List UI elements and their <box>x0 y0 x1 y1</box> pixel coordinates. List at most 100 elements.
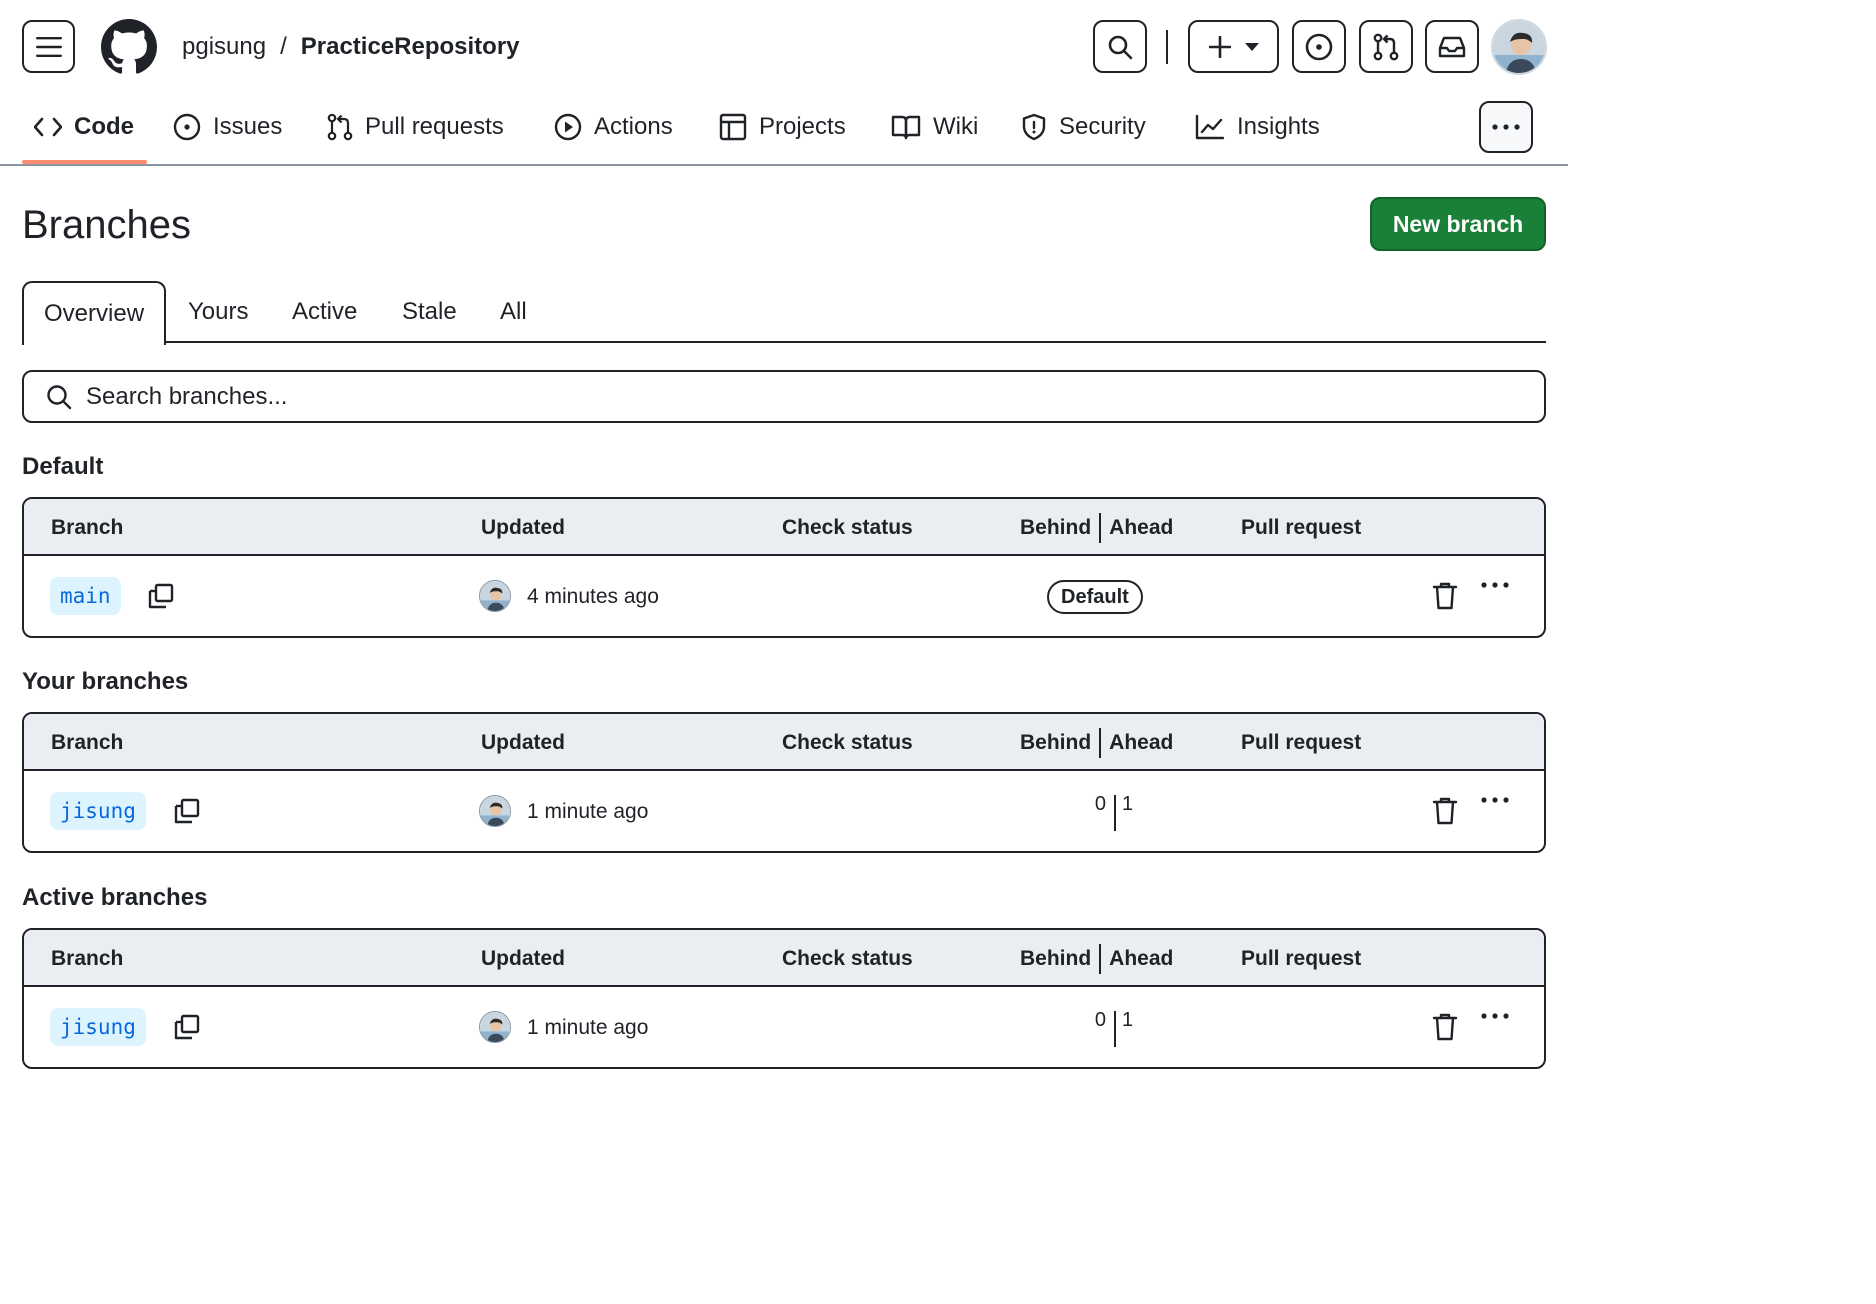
breadcrumb: pgisung / PracticeRepository <box>182 30 520 64</box>
kebab-horizontal-icon <box>1492 124 1520 130</box>
search-branches-input[interactable]: Search branches... <box>22 370 1546 423</box>
nav-tab-label: Code <box>74 113 134 140</box>
plus-icon <box>1208 35 1231 58</box>
ahead-behind-count: 0 1 <box>1064 1009 1164 1049</box>
column-header-pull-request: Pull request <box>1241 515 1362 539</box>
top-bar: pgisung / PracticeRepository <box>0 0 1568 94</box>
more-nav-button[interactable] <box>1479 101 1533 153</box>
column-header-pull-request: Pull request <box>1241 730 1362 754</box>
kebab-horizontal-icon[interactable] <box>1480 581 1510 589</box>
column-header-check-status: Check status <box>782 946 913 970</box>
column-divider <box>1099 943 1102 974</box>
table-header: Branch Updated Check status Behind Ahead … <box>24 714 1544 771</box>
github-logo-icon[interactable] <box>101 19 157 75</box>
triangle-down-icon <box>1244 42 1259 51</box>
branch-table-active-branches: Branch Updated Check status Behind Ahead … <box>22 928 1546 1069</box>
column-header-check-status: Check status <box>782 730 913 754</box>
column-header-updated: Updated <box>481 730 565 754</box>
pull-requests-button[interactable] <box>1359 20 1413 73</box>
branch-name-link[interactable]: main <box>50 577 121 615</box>
branch-name-link[interactable]: jisung <box>50 792 146 830</box>
author-avatar[interactable] <box>479 1011 511 1043</box>
behind-count: 0 <box>1094 1009 1106 1031</box>
copy-icon[interactable] <box>173 1013 201 1041</box>
author-avatar[interactable] <box>479 795 511 827</box>
user-avatar[interactable] <box>1491 19 1547 75</box>
page-title: Branches <box>22 203 191 247</box>
search-icon <box>47 384 72 409</box>
repo-navigation: Code Issues Pull requests Actions Projec… <box>0 98 1568 166</box>
repo-name-link[interactable]: PracticeRepository <box>301 33 520 61</box>
branch-table-default: Branch Updated Check status Behind Ahead … <box>22 497 1546 638</box>
nav-tab-pull-requests[interactable]: Pull requests <box>327 98 504 156</box>
copy-icon[interactable] <box>173 797 201 825</box>
breadcrumb-separator: / <box>280 33 287 60</box>
kebab-horizontal-icon[interactable] <box>1480 796 1510 804</box>
ahead-count: 1 <box>1122 793 1134 815</box>
nav-tab-label: Actions <box>594 113 673 140</box>
tab-overview[interactable]: Overview <box>22 281 167 345</box>
shield-icon <box>1022 113 1046 141</box>
updated-time: 1 minute ago <box>527 800 649 823</box>
nav-tab-projects[interactable]: Projects <box>719 98 846 156</box>
play-icon <box>554 113 582 141</box>
tab-yours[interactable]: Yours <box>188 281 249 343</box>
new-branch-button[interactable]: New branch <box>1370 197 1546 251</box>
ahead-count: 1 <box>1122 1009 1134 1031</box>
nav-tab-label: Issues <box>213 113 283 140</box>
issues-button[interactable] <box>1292 20 1346 73</box>
trash-icon[interactable] <box>1432 581 1458 611</box>
header-divider <box>1166 30 1168 64</box>
table-icon <box>719 113 747 141</box>
tab-all[interactable]: All <box>500 281 527 343</box>
nav-tab-label: Projects <box>759 113 846 140</box>
nav-tab-actions[interactable]: Actions <box>554 98 673 156</box>
create-new-button[interactable] <box>1188 20 1279 73</box>
section-title-active-branches: Active branches <box>22 884 208 911</box>
column-header-ahead: Ahead <box>1109 730 1174 754</box>
selected-tab-indicator <box>22 160 147 164</box>
column-header-behind: Behind <box>1020 730 1092 754</box>
inbox-icon <box>1438 36 1466 57</box>
table-header: Branch Updated Check status Behind Ahead … <box>24 930 1544 987</box>
nav-tab-issues[interactable]: Issues <box>173 98 282 156</box>
table-row: jisung 1 minute ago 0 1 <box>24 987 1544 1067</box>
menu-button[interactable] <box>22 20 75 73</box>
table-row: jisung 1 minute ago 0 1 <box>24 771 1544 851</box>
tab-active[interactable]: Active <box>292 281 357 343</box>
column-header-pull-request: Pull request <box>1241 946 1362 970</box>
table-row: main 4 minutes ago Default <box>24 556 1544 636</box>
trash-icon[interactable] <box>1432 1012 1458 1042</box>
inbox-button[interactable] <box>1425 20 1479 73</box>
nav-tab-label: Insights <box>1237 113 1320 140</box>
trash-icon[interactable] <box>1432 796 1458 826</box>
nav-tab-insights[interactable]: Insights <box>1195 98 1320 156</box>
branch-name-link[interactable]: jisung <box>50 1008 146 1046</box>
kebab-horizontal-icon[interactable] <box>1480 1012 1510 1020</box>
avatar-photo-icon <box>480 796 510 826</box>
column-header-branch: Branch <box>51 730 124 754</box>
column-divider <box>1099 727 1102 758</box>
search-icon <box>1108 35 1133 59</box>
column-header-ahead: Ahead <box>1109 515 1174 539</box>
column-header-check-status: Check status <box>782 515 913 539</box>
behind-count: 0 <box>1094 793 1106 815</box>
search-button[interactable] <box>1093 20 1147 73</box>
nav-tab-code[interactable]: Code <box>34 98 134 156</box>
updated-time: 1 minute ago <box>527 1016 649 1039</box>
tab-stale[interactable]: Stale <box>402 281 457 343</box>
nav-tab-security[interactable]: Security <box>1021 98 1146 156</box>
column-header-ahead: Ahead <box>1109 946 1174 970</box>
section-title-default: Default <box>22 453 104 480</box>
column-header-behind-ahead: Behind Ahead <box>1020 714 1173 771</box>
ahead-behind-divider <box>1114 1011 1116 1047</box>
repo-owner-link[interactable]: pgisung <box>182 33 266 61</box>
table-header: Branch Updated Check status Behind Ahead … <box>24 499 1544 556</box>
pull-request-icon <box>1373 33 1399 60</box>
author-avatar[interactable] <box>479 580 511 612</box>
column-divider <box>1099 512 1102 543</box>
avatar-photo-icon <box>480 1012 510 1042</box>
nav-tab-wiki[interactable]: Wiki <box>891 98 978 156</box>
branch-table-your-branches: Branch Updated Check status Behind Ahead … <box>22 712 1546 853</box>
copy-icon[interactable] <box>147 582 175 610</box>
